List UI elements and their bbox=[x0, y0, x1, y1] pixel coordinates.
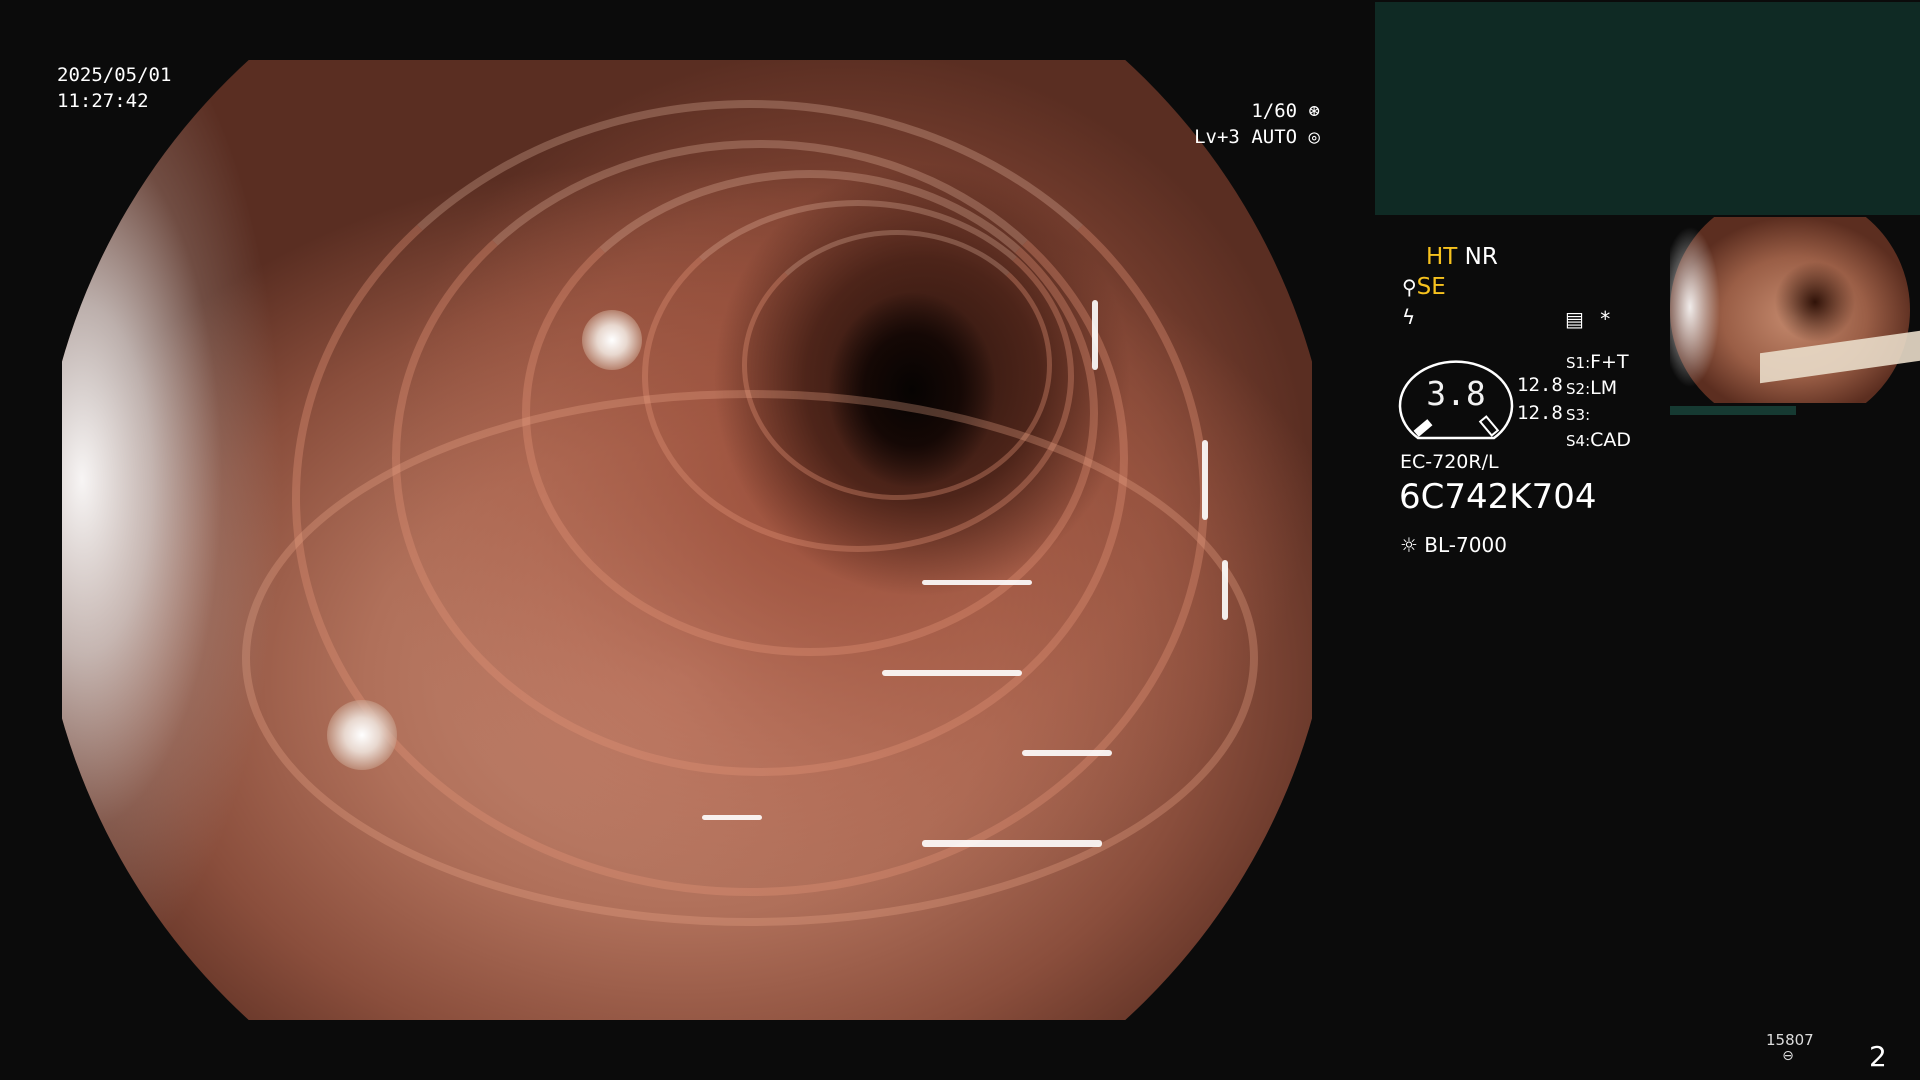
settings-card-icon: ▤ bbox=[1565, 307, 1584, 331]
exposure-status: 1/60 ⊛ Lv+3 AUTO ◎ bbox=[1190, 98, 1320, 150]
info-panel-background bbox=[1375, 2, 1920, 215]
brush-icon: ⚲ bbox=[1402, 275, 1417, 299]
gauge-value: 3.8 bbox=[1426, 374, 1486, 413]
light-source: ☼ BL-7000 bbox=[1400, 532, 1507, 558]
time-text: 11:27:42 bbox=[57, 90, 149, 112]
switch-row: S4:CAD bbox=[1566, 429, 1632, 451]
switch-row: S3: bbox=[1566, 406, 1591, 424]
nr-setting: NR bbox=[1464, 244, 1498, 270]
date-time: 2025/05/01 11:27:42 bbox=[57, 62, 171, 114]
processing-settings: HT NR ⚲SE ϟ bbox=[1402, 242, 1498, 332]
light-model: BL-7000 bbox=[1424, 533, 1507, 557]
switch-row: S1:F+T bbox=[1566, 351, 1629, 373]
status-icons: ▤ * bbox=[1565, 306, 1610, 332]
mode-text: AUTO bbox=[1251, 126, 1298, 148]
switch-row: S2:LM bbox=[1566, 377, 1618, 399]
thumbnail-image[interactable] bbox=[1670, 217, 1920, 403]
gauge-lower: 12.8 bbox=[1517, 402, 1563, 424]
storage-icon: ⊖ bbox=[1782, 1048, 1794, 1064]
sun-icon: ☼ bbox=[1400, 533, 1418, 557]
aperture-icon: ⊛ bbox=[1308, 100, 1320, 122]
iris-icon: ◎ bbox=[1308, 126, 1320, 148]
endoscope-main-view bbox=[62, 60, 1312, 1020]
level-text: Lv+3 bbox=[1194, 126, 1240, 148]
gauge-upper: 12.8 bbox=[1517, 374, 1563, 396]
count-text: 15807 bbox=[1766, 1031, 1814, 1049]
ht-setting: HT bbox=[1426, 244, 1458, 270]
gauge-readouts: 12.8 12.8 bbox=[1517, 371, 1563, 427]
shutter-text: 1/60 bbox=[1251, 100, 1298, 122]
capture-count: 15807 ⊖ bbox=[1766, 1031, 1814, 1064]
scope-serial: 6C742K704 bbox=[1399, 477, 1597, 517]
thumbnail-bar bbox=[1670, 406, 1796, 415]
scope-model: EC-720R/L bbox=[1400, 451, 1499, 473]
date-text: 2025/05/01 bbox=[57, 64, 172, 86]
freeze-icon: ϟ bbox=[1402, 305, 1416, 329]
asterisk-text: * bbox=[1600, 307, 1611, 331]
se-setting: SE bbox=[1416, 274, 1446, 300]
switch-assignments: S1:F+T S2:LM S3: S4:CAD bbox=[1566, 350, 1631, 454]
page-number: 2 bbox=[1869, 1040, 1887, 1073]
gauge: 3.8 bbox=[1398, 350, 1514, 442]
